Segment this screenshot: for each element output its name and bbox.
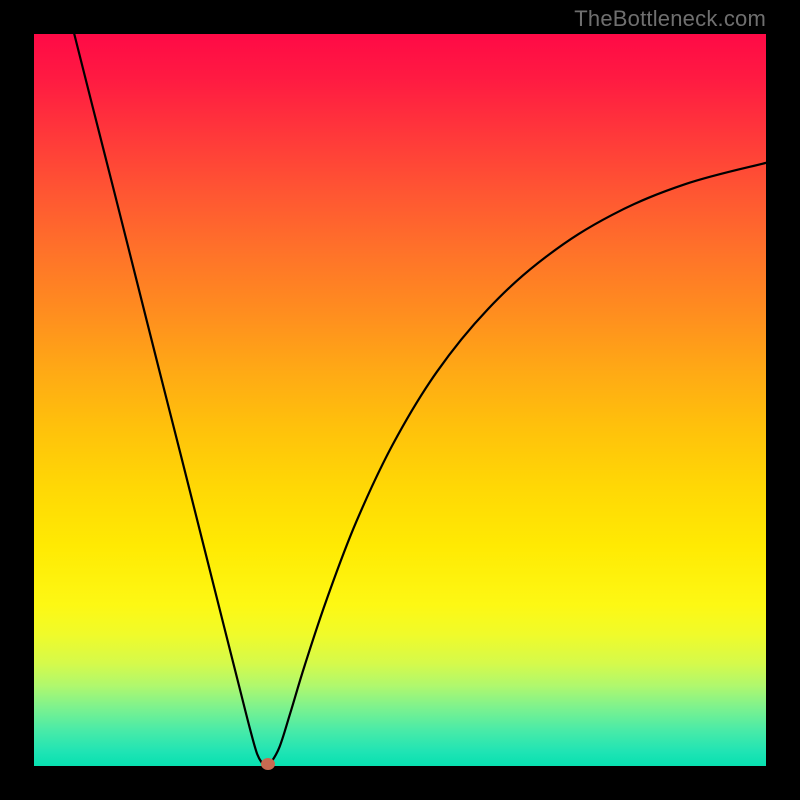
optimal-point-marker bbox=[261, 758, 275, 770]
plot-area bbox=[34, 34, 766, 766]
watermark-text: TheBottleneck.com bbox=[574, 6, 766, 32]
